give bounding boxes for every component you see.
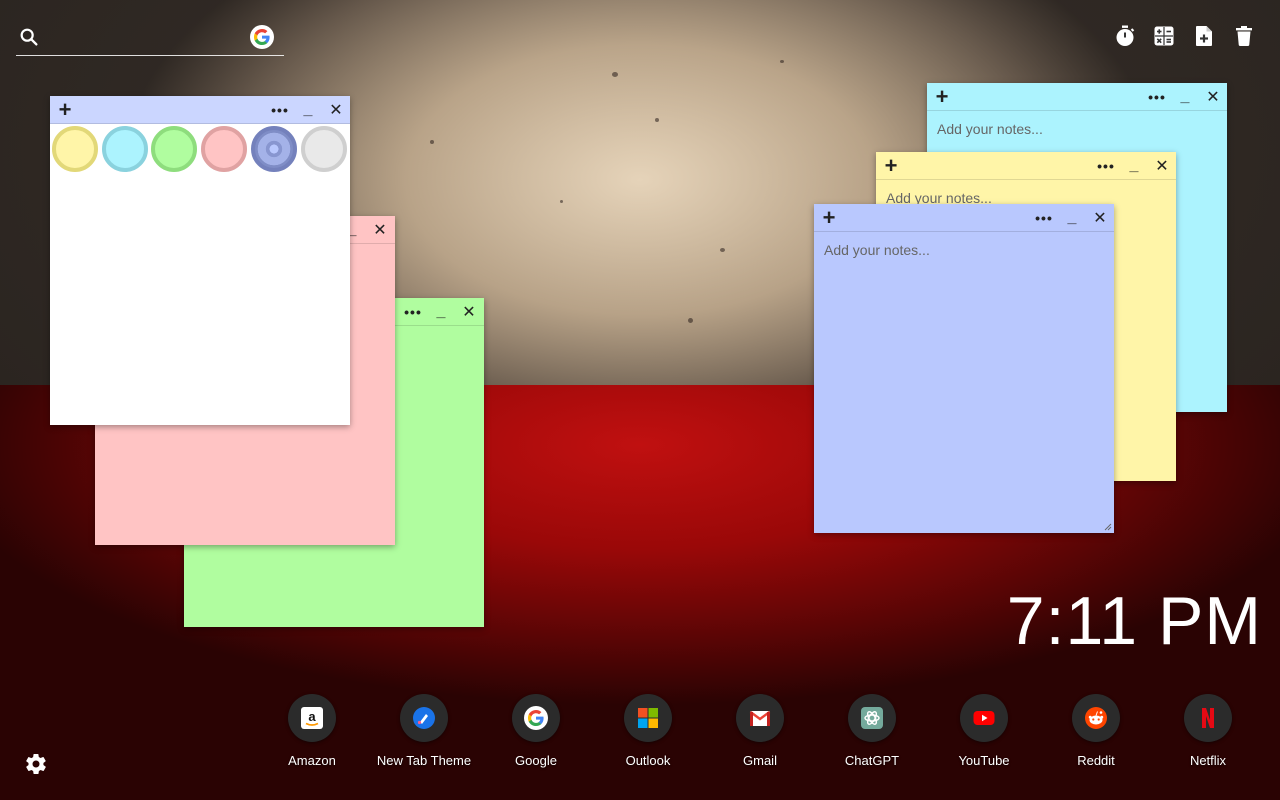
color-swatch-white[interactable] (301, 126, 347, 172)
color-swatch-purple-selected[interactable] (251, 126, 297, 172)
color-swatch-pink[interactable] (201, 126, 247, 172)
note-add-icon[interactable]: + (818, 204, 840, 232)
shortcut-label: Outlook (625, 753, 671, 768)
color-swatch-blue[interactable] (102, 126, 148, 172)
shortcut-chatgpt[interactable]: ChatGPT (816, 694, 928, 768)
background-speck (612, 72, 618, 77)
shortcut-gmail[interactable]: Gmail (704, 694, 816, 768)
clock: 7:11 PM (1006, 583, 1262, 659)
shortcut-new-tab-theme[interactable]: New Tab Theme (368, 694, 480, 768)
note-close-icon[interactable]: ✕ (1151, 152, 1173, 180)
shortcut-label: Google (515, 753, 557, 768)
shortcut-google[interactable]: Google (480, 694, 592, 768)
search-input[interactable] (50, 24, 250, 50)
search-icon[interactable] (18, 26, 40, 48)
note-add-icon[interactable]: + (54, 96, 76, 124)
trash-icon[interactable] (1232, 24, 1256, 48)
shortcut-label: Reddit (1077, 753, 1115, 768)
note-menu-icon[interactable]: ••• (1146, 83, 1168, 111)
note-minimize-icon[interactable]: _ (1123, 152, 1145, 180)
background-speck (430, 140, 434, 144)
note-add-icon[interactable]: + (880, 152, 902, 180)
shortcut-label: Netflix (1189, 753, 1227, 768)
background-speck (720, 248, 725, 252)
shortcut-amazon[interactable]: a Amazon (256, 694, 368, 768)
youtube-icon[interactable] (960, 694, 1008, 742)
note-header[interactable]: + ••• _ ✕ (927, 83, 1227, 111)
note-minimize-icon[interactable]: _ (430, 298, 452, 326)
background-speck (688, 318, 693, 323)
google-search-icon[interactable] (250, 25, 274, 49)
shortcut-label: YouTube (958, 753, 1010, 768)
google-icon[interactable] (512, 694, 560, 742)
note-close-icon[interactable]: ✕ (325, 96, 347, 124)
background-speck (655, 118, 659, 122)
sticky-note-white[interactable]: + ••• _ ✕ (50, 96, 350, 425)
sticky-note-purple[interactable]: + ••• _ ✕ Add your notes... (814, 204, 1114, 533)
note-menu-icon[interactable]: ••• (402, 298, 424, 326)
color-swatch-green[interactable] (151, 126, 197, 172)
background-speck (560, 200, 563, 203)
calculator-icon[interactable] (1152, 24, 1176, 48)
outlook-icon[interactable] (624, 694, 672, 742)
note-close-icon[interactable]: ✕ (458, 298, 480, 326)
resize-handle-icon[interactable] (1104, 523, 1112, 531)
timer-icon[interactable] (1113, 24, 1137, 48)
shortcut-label: New Tab Theme (376, 753, 472, 768)
note-add-icon[interactable]: + (931, 83, 953, 111)
chatgpt-icon[interactable] (848, 694, 896, 742)
note-minimize-icon[interactable]: _ (1061, 204, 1083, 232)
add-note-icon[interactable] (1192, 24, 1216, 48)
shortcut-label: ChatGPT (844, 753, 900, 768)
note-close-icon[interactable]: ✕ (1202, 83, 1224, 111)
shortcut-outlook[interactable]: Outlook (592, 694, 704, 768)
note-header[interactable]: + ••• _ ✕ (814, 204, 1114, 232)
amazon-icon[interactable]: a (288, 694, 336, 742)
svg-text:a: a (308, 709, 316, 724)
settings-gear-icon[interactable] (24, 752, 48, 776)
note-close-icon[interactable]: ✕ (369, 216, 391, 244)
search-bar (16, 22, 284, 56)
note-menu-icon[interactable]: ••• (1033, 204, 1055, 232)
note-minimize-icon[interactable]: _ (297, 96, 319, 124)
note-header[interactable]: + ••• _ ✕ (50, 96, 350, 124)
note-close-icon[interactable]: ✕ (1089, 204, 1111, 232)
new-tab-theme-icon[interactable] (400, 694, 448, 742)
shortcut-label: Amazon (288, 753, 336, 768)
color-swatch-yellow[interactable] (52, 126, 98, 172)
note-header[interactable]: + ••• _ ✕ (876, 152, 1176, 180)
shortcut-netflix[interactable]: Netflix (1152, 694, 1264, 768)
shortcut-label: Gmail (743, 753, 777, 768)
note-placeholder[interactable]: Add your notes... (814, 232, 1114, 533)
shortcut-reddit[interactable]: Reddit (1040, 694, 1152, 768)
note-menu-icon[interactable]: ••• (269, 96, 291, 124)
note-menu-icon[interactable]: ••• (1095, 152, 1117, 180)
gmail-icon[interactable] (736, 694, 784, 742)
background-speck (780, 60, 784, 63)
shortcut-youtube[interactable]: YouTube (928, 694, 1040, 768)
reddit-icon[interactable] (1072, 694, 1120, 742)
note-minimize-icon[interactable]: _ (1174, 83, 1196, 111)
netflix-icon[interactable] (1184, 694, 1232, 742)
